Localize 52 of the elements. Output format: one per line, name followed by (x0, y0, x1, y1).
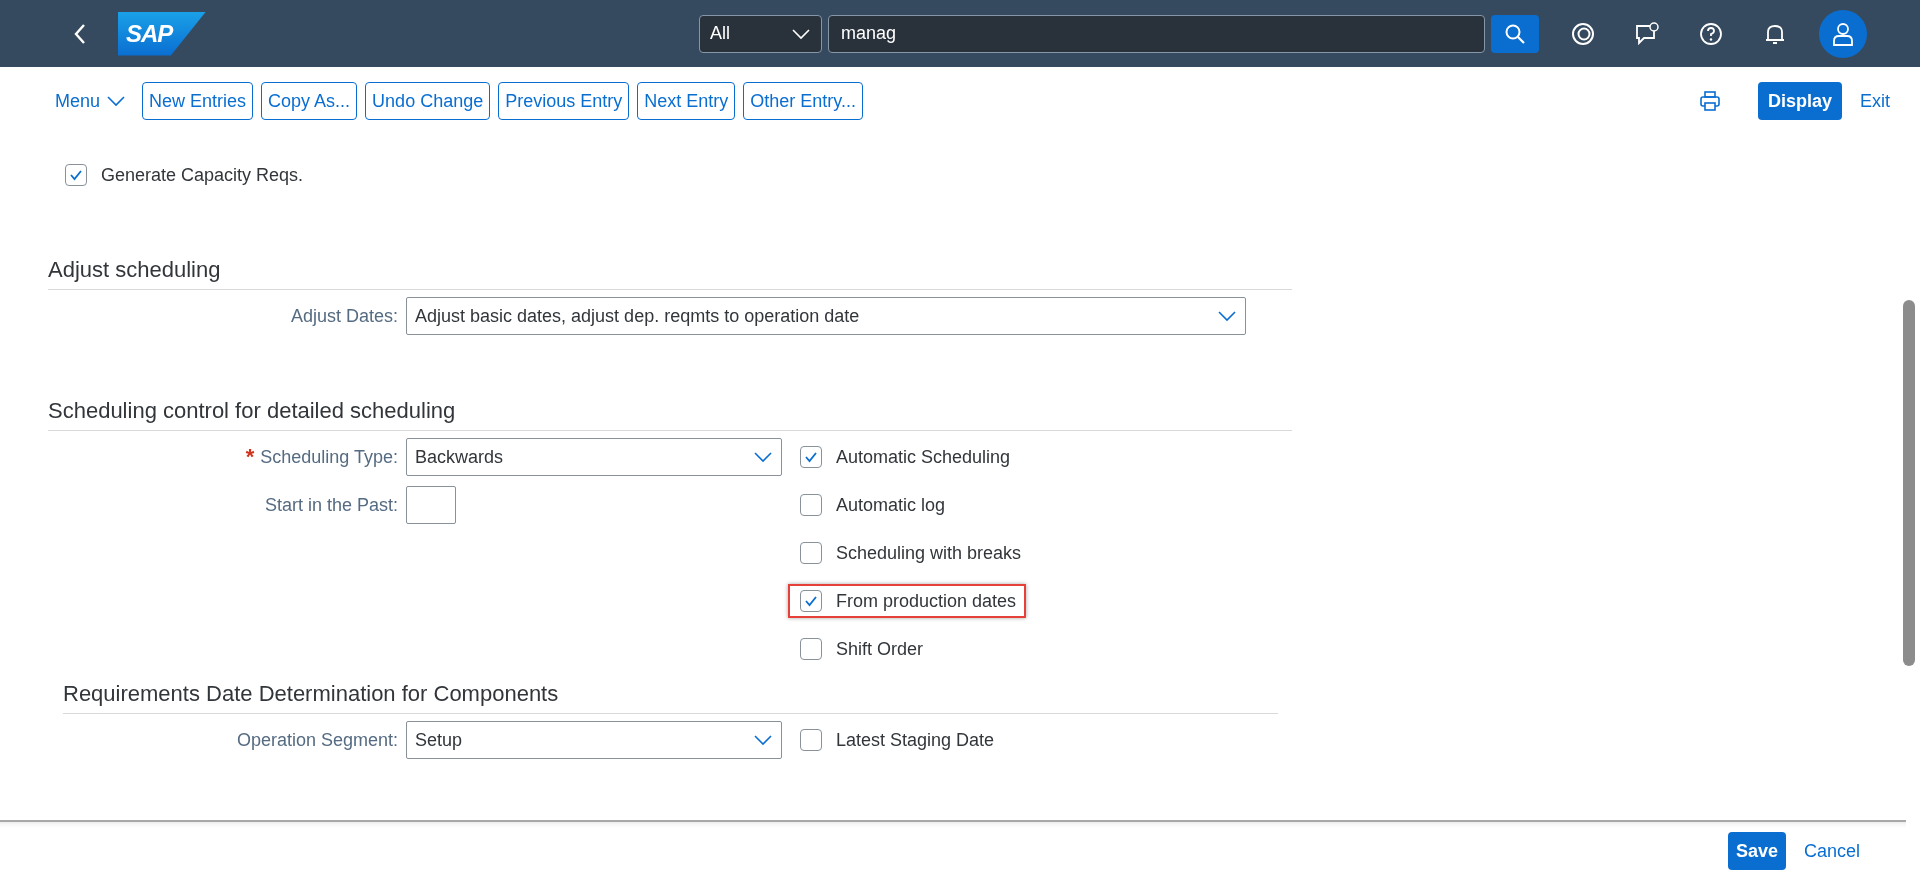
input-field[interactable] (406, 486, 456, 524)
field-label: Adjust Dates: (290, 305, 398, 327)
checkbox[interactable] (800, 494, 822, 516)
chevron-down-icon (753, 734, 773, 746)
section-title: Requirements Date Determination for Components (63, 681, 1278, 714)
save-button[interactable]: Save (1727, 832, 1786, 870)
toolbar-button[interactable]: Next Entry (637, 82, 736, 120)
dropdown-field[interactable]: Backwards (406, 438, 782, 476)
chevron-down-icon (106, 95, 127, 107)
checkbox[interactable] (800, 446, 822, 468)
display-button[interactable]: Display (1757, 82, 1842, 120)
search-scope-dropdown[interactable]: All (699, 14, 822, 53)
checkmark-icon (804, 595, 818, 607)
field-label: Scheduling Type: (260, 446, 398, 468)
section-title: Scheduling control for detailed scheduling (48, 398, 1292, 431)
checkbox-label: Shift Order (836, 638, 924, 660)
search-button[interactable] (1491, 14, 1539, 53)
checkbox-label: From production dates (836, 590, 1017, 612)
checkbox-label: Latest Staging Date (836, 729, 995, 751)
field-label: Start in the Past: (264, 494, 398, 516)
toolbar-button[interactable]: Previous Entry (498, 82, 630, 120)
toolbar-button[interactable]: New Entries (142, 82, 254, 120)
checkbox-label: Automatic log (836, 494, 946, 516)
toolbar-button[interactable]: Undo Change (365, 82, 491, 120)
menu-button[interactable]: Menu (55, 90, 127, 112)
toolbar-button[interactable]: Other Entry... (743, 82, 863, 120)
checkbox-label: Scheduling with breaks (836, 542, 1022, 564)
checkbox[interactable] (800, 638, 822, 660)
search-field[interactable]: manag (828, 14, 1485, 53)
chevron-down-icon (1217, 310, 1237, 322)
user-avatar[interactable] (1819, 9, 1867, 58)
checkbox[interactable] (800, 542, 822, 564)
dropdown-field[interactable]: Setup (406, 721, 782, 759)
checkbox[interactable] (800, 729, 822, 751)
checkmark-icon (804, 451, 818, 463)
checkmark-icon (69, 169, 83, 181)
section-title: Adjust scheduling (48, 257, 1292, 290)
checkbox-label: Automatic Scheduling (836, 446, 1011, 468)
field-label: Operation Segment: (236, 729, 398, 751)
cancel-button[interactable]: Cancel (1793, 840, 1870, 862)
scrollbar-thumb[interactable] (1903, 300, 1915, 666)
exit-button[interactable]: Exit (1850, 90, 1900, 112)
checkbox[interactable] (65, 164, 87, 186)
checkbox[interactable] (800, 590, 822, 612)
required-asterisk: * (245, 446, 255, 468)
chevron-down-icon (791, 27, 811, 40)
dropdown-field[interactable]: Adjust basic dates, adjust dep. reqmts to operation date (406, 297, 1246, 335)
toolbar-button[interactable]: Copy As... (261, 82, 358, 120)
logo[interactable]: SAP (118, 11, 206, 56)
checkbox-label: Generate Capacity Reqs. (101, 164, 304, 186)
chevron-down-icon (753, 451, 773, 463)
search-icon (1504, 22, 1526, 45)
